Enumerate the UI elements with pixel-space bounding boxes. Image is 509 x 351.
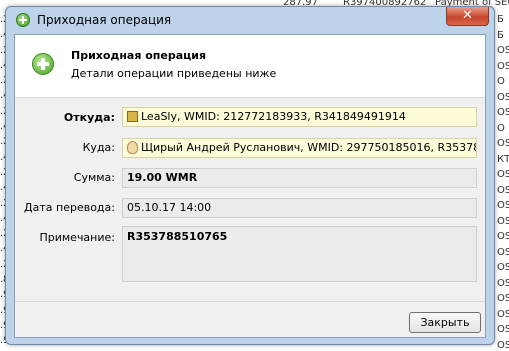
dialog-window: Приходная операция ✕ Приходная операция …	[5, 6, 495, 345]
note-label: Примечание:	[39, 231, 115, 244]
bg-right-cell: Б	[497, 29, 504, 41]
bg-right-cell: ОS	[497, 215, 509, 227]
to-label: Куда:	[82, 141, 115, 154]
note-field[interactable]: R353788510765	[122, 226, 477, 282]
date-field[interactable]: 05.10.17 14:00	[122, 198, 477, 218]
bg-right-cell: ОS	[497, 231, 509, 242]
bg-right-cell: Б	[497, 14, 504, 25]
title-bar[interactable]: Приходная операция ✕	[6, 7, 494, 33]
bg-right-cell: ОS	[497, 184, 509, 196]
dialog-header: Приходная операция Детали операции приве…	[15, 35, 485, 98]
bg-right-cell: ОS	[497, 277, 509, 289]
from-label: Откуда:	[63, 111, 115, 124]
bg-right-cell: КТА	[497, 153, 509, 165]
amount-field[interactable]: 19.00 WMR	[122, 168, 477, 188]
divider	[15, 301, 485, 302]
background-table-right: ББ ОS ОS О ОS ОS О ОS КТА ОS ОS ОS ОS ОS ОS ОS ОS ОS ОS ОS О…	[497, 12, 509, 351]
bg-right-cell: ОS	[497, 91, 509, 103]
to-field[interactable]: Щирый Андрей Русланович, WMID: 297750185…	[122, 138, 477, 158]
window-close-button[interactable]: ✕	[446, 7, 489, 26]
plus-circle-icon	[32, 53, 54, 75]
from-field[interactable]: LeaSly, WMID: 212772183933, R34184949191…	[122, 107, 477, 127]
dialog-body: Приходная операция Детали операции приве…	[14, 34, 486, 338]
bg-right-cell: ОS	[497, 107, 509, 118]
person-icon	[127, 140, 138, 154]
bg-right-cell: ОS	[497, 200, 509, 211]
bg-right-cell: ОS	[497, 45, 509, 56]
to-value: Щирый Андрей Русланович, WMID: 297750185…	[141, 141, 477, 154]
amount-label: Сумма:	[73, 171, 115, 184]
plus-circle-icon	[16, 13, 30, 27]
bg-right-cell: ОS	[497, 339, 509, 351]
bg-right-cell: ОS	[497, 60, 509, 72]
window-title: Приходная операция	[37, 13, 172, 27]
house-icon	[127, 110, 138, 122]
header-subtitle: Детали операции приведены ниже	[71, 67, 277, 80]
header-title: Приходная операция	[71, 49, 207, 62]
close-button[interactable]: Закрыть	[409, 312, 481, 333]
bg-right-cell: ОS	[497, 169, 509, 180]
bg-right-cell: ОS	[497, 246, 509, 258]
bg-right-cell: ОS	[497, 138, 509, 149]
bg-right-cell: О	[497, 122, 505, 134]
bg-right-cell: ОS	[497, 324, 509, 335]
close-icon: ✕	[462, 8, 473, 23]
bg-right-cell: ОS	[497, 308, 509, 320]
date-label: Дата перевода:	[24, 201, 115, 214]
bg-right-cell: ОS	[497, 262, 509, 273]
bg-right-cell: ОS	[497, 293, 509, 304]
bg-right-cell: О	[497, 76, 505, 87]
from-value: LeaSly, WMID: 212772183933, R34184949191…	[141, 110, 406, 123]
